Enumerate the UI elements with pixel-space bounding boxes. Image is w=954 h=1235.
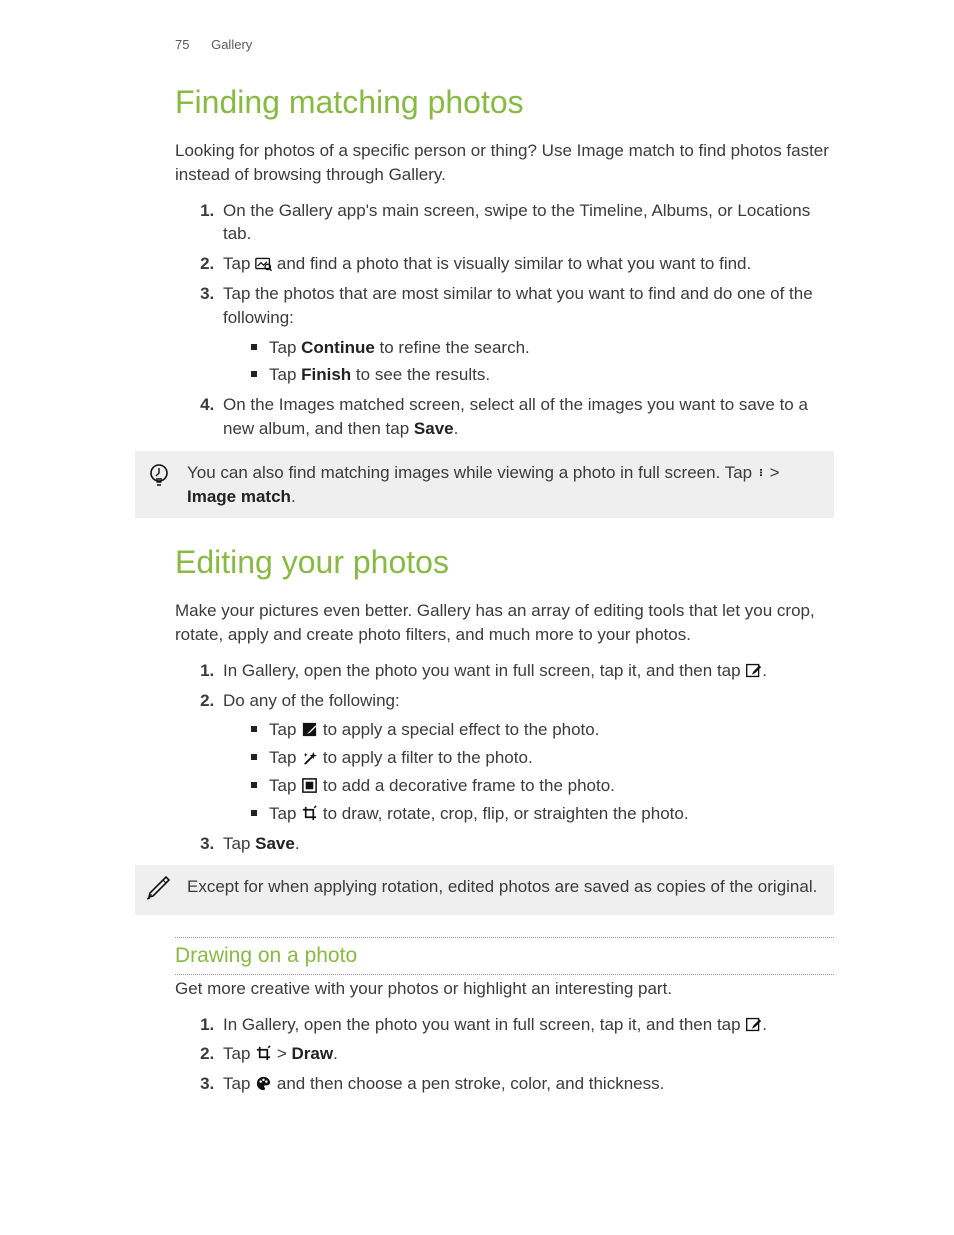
- sub-item: Tap to add a decorative frame to the pho…: [251, 774, 834, 798]
- sub-item: Tap Continue to refine the search.: [251, 336, 834, 360]
- step-item: Tap and find a photo that is visually si…: [219, 252, 834, 276]
- steps-list: On the Gallery app's main screen, swipe …: [175, 199, 834, 441]
- intro-paragraph: Make your pictures even better. Gallery …: [175, 599, 834, 647]
- filter-wand-icon: [301, 749, 318, 766]
- crop-icon: [255, 1045, 272, 1062]
- divider: [175, 937, 834, 938]
- intro-paragraph: Looking for photos of a specific person …: [175, 139, 834, 187]
- step-item: Do any of the following: Tap to apply a …: [219, 689, 834, 826]
- step-item: Tap the photos that are most similar to …: [219, 282, 834, 387]
- sub-list: Tap to apply a special effect to the pho…: [223, 718, 834, 825]
- running-header: 75 Gallery: [175, 36, 834, 54]
- tip-callout: You can also find matching images while …: [135, 451, 834, 519]
- sub-item: Tap to draw, rotate, crop, flip, or stra…: [251, 802, 834, 826]
- intro-paragraph: Get more creative with your photos or hi…: [175, 977, 834, 1001]
- note-callout: Except for when applying rotation, edite…: [135, 865, 834, 915]
- step-item: In Gallery, open the photo you want in f…: [219, 1013, 834, 1037]
- step-item: In Gallery, open the photo you want in f…: [219, 659, 834, 683]
- manual-page: 75 Gallery Finding matching photos Looki…: [0, 0, 954, 1235]
- heading-editing-your-photos: Editing your photos: [175, 540, 834, 585]
- heading-finding-matching-photos: Finding matching photos: [175, 80, 834, 125]
- step-item: Tap > Draw.: [219, 1042, 834, 1066]
- step-item: Tap and then choose a pen stroke, color,…: [219, 1072, 834, 1096]
- sub-list: Tap Continue to refine the search. Tap F…: [223, 336, 834, 388]
- crop-icon: [301, 805, 318, 822]
- step-item: On the Gallery app's main screen, swipe …: [219, 199, 834, 247]
- tip-lightbulb-icon: [145, 461, 173, 489]
- palette-icon: [255, 1075, 272, 1092]
- steps-list: In Gallery, open the photo you want in f…: [175, 1013, 834, 1096]
- image-search-icon: [255, 255, 272, 272]
- effect-icon: [301, 721, 318, 738]
- page-number: 75: [175, 37, 189, 52]
- note-pencil-icon: [145, 875, 173, 903]
- section-name: Gallery: [211, 37, 252, 52]
- subheading-block: Drawing on a photo: [175, 937, 834, 974]
- overflow-menu-icon: [757, 464, 765, 481]
- divider: [175, 974, 834, 975]
- sub-item: Tap to apply a filter to the photo.: [251, 746, 834, 770]
- step-item: Tap Save.: [219, 832, 834, 856]
- edit-photo-icon: [745, 662, 762, 679]
- sub-item: Tap to apply a special effect to the pho…: [251, 718, 834, 742]
- step-item: On the Images matched screen, select all…: [219, 393, 834, 441]
- edit-photo-icon: [745, 1016, 762, 1033]
- frame-icon: [301, 777, 318, 794]
- heading-drawing-on-a-photo: Drawing on a photo: [175, 940, 834, 971]
- sub-item: Tap Finish to see the results.: [251, 363, 834, 387]
- steps-list: In Gallery, open the photo you want in f…: [175, 659, 834, 856]
